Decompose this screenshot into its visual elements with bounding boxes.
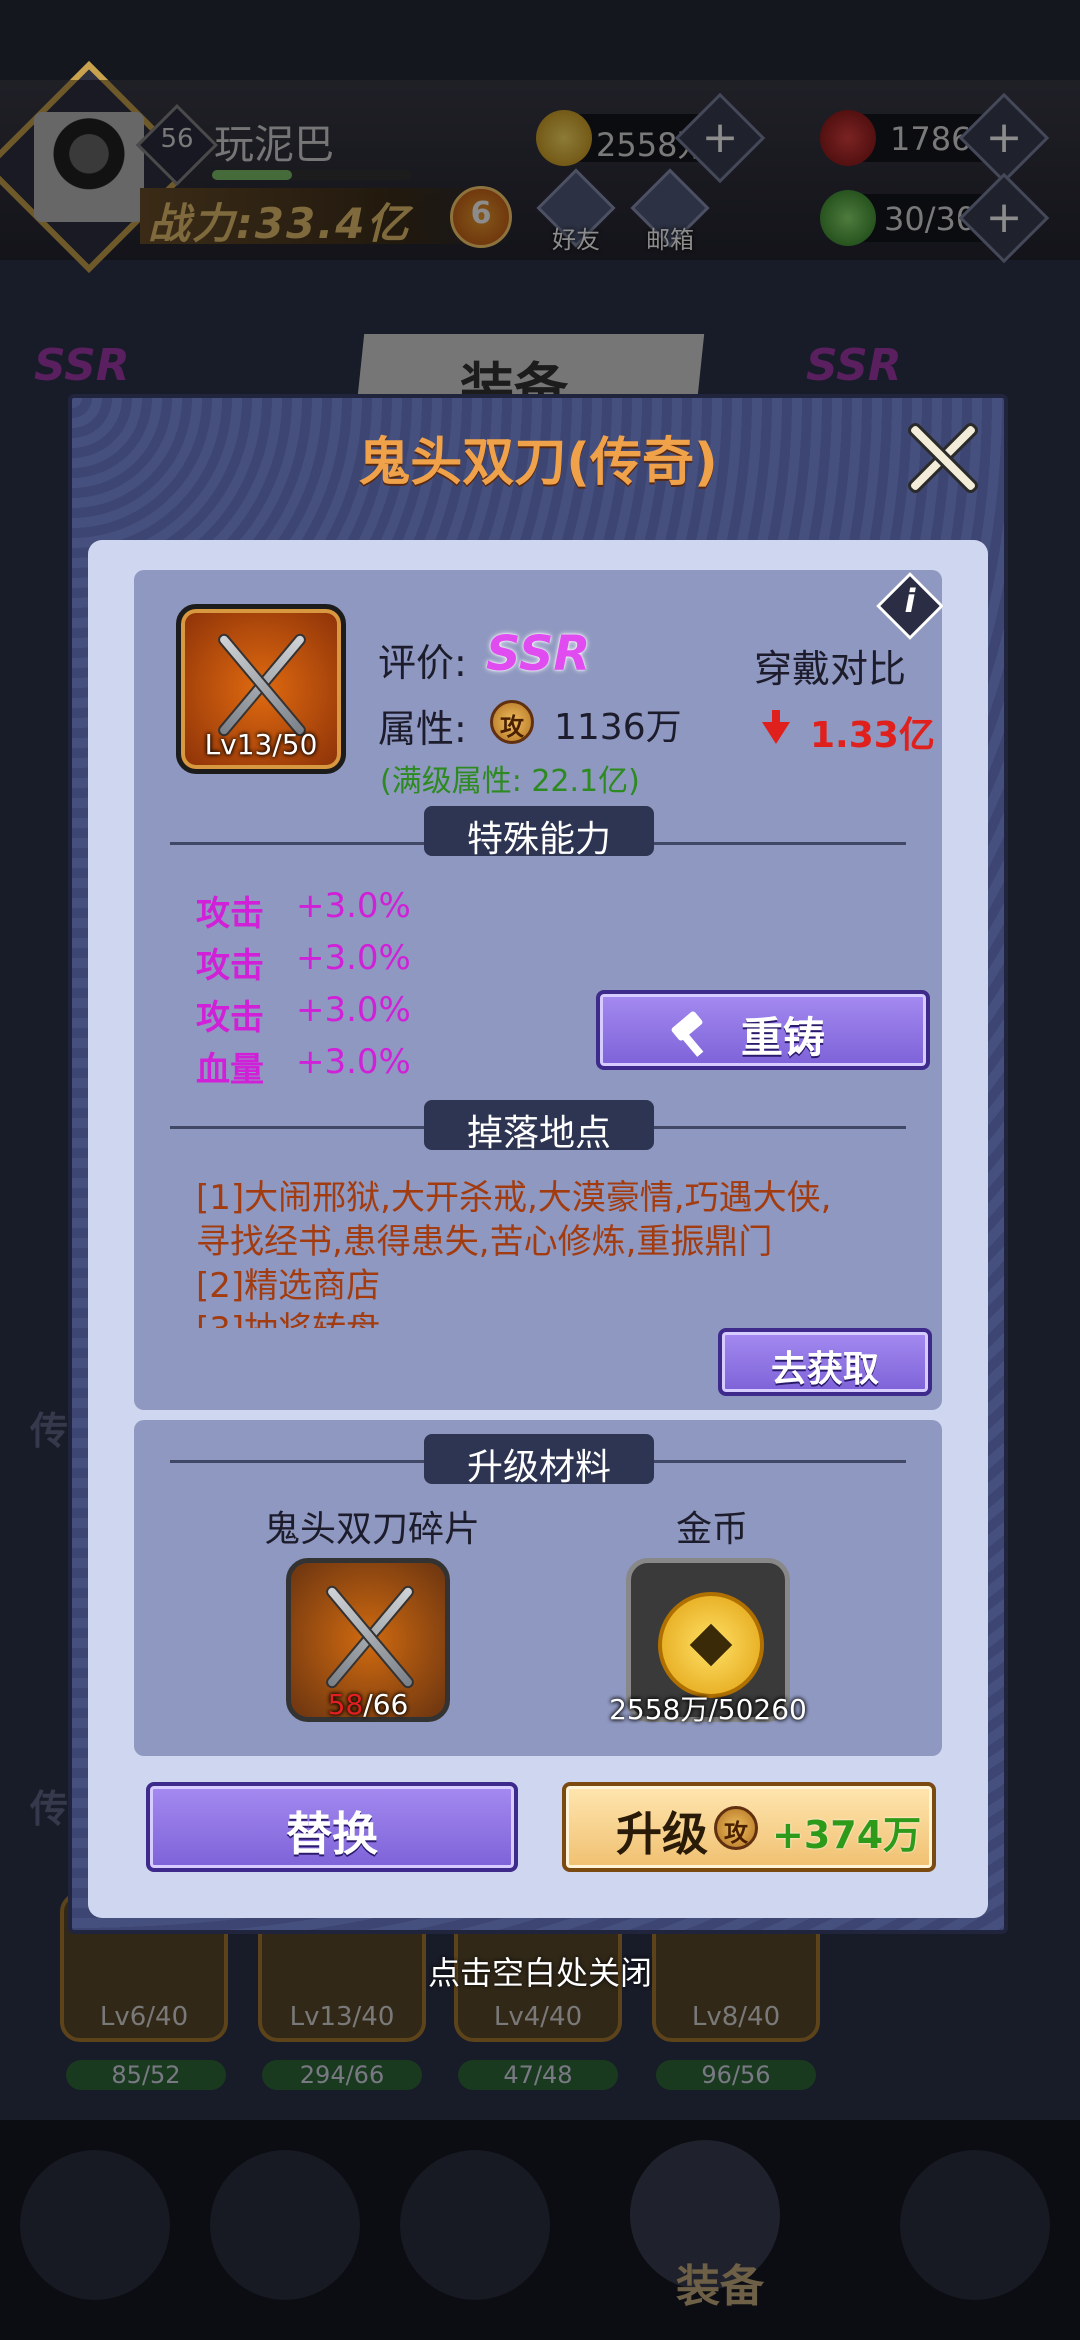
- fragment-name: 鬼头双刀碎片: [263, 1509, 480, 1550]
- replace-label: 替换: [286, 1807, 378, 1861]
- item-level: Lv13/50: [204, 728, 318, 761]
- ability-name: 攻击: [196, 998, 264, 1038]
- attack-badge-text: 攻: [500, 713, 524, 741]
- attack-badge-icon: 攻: [490, 700, 534, 744]
- attack-badge-icon: 攻: [714, 1806, 758, 1850]
- twin-swords-fragment-icon: [304, 1572, 434, 1702]
- coin-name: 金币: [675, 1509, 748, 1550]
- ability-name: 血量: [196, 1050, 264, 1090]
- drop-line: [2]精选商店: [196, 1266, 381, 1306]
- upgrade-materials-title: 升级材料: [466, 1447, 611, 1488]
- replace-button[interactable]: 替换: [146, 1782, 518, 1872]
- ability-row-3: 攻击 +3.0%: [196, 990, 411, 1039]
- ability-value: +3.0%: [296, 938, 411, 978]
- max-level-attribute: (满级属性: 22.1亿): [380, 764, 640, 799]
- upgrade-gain: +374万: [772, 1813, 922, 1857]
- compare-value: 1.33亿: [810, 715, 935, 756]
- rating-ssr: SSR: [486, 626, 591, 682]
- upgrade-materials-header: 升级材料: [424, 1434, 654, 1488]
- reforge-label: 重铸: [740, 1013, 825, 1062]
- attack-badge-text: 攻: [724, 1819, 748, 1847]
- drop-location-list: [1]大闹邢狱,大开杀戒,大漠豪情,巧遇大侠, 寻找经书,患得患失,苦心修炼,重…: [196, 1176, 916, 1328]
- down-arrow-icon: [762, 722, 790, 744]
- close-hint: 点击空白处关闭: [427, 1954, 652, 1992]
- ability-name: 攻击: [196, 946, 264, 986]
- drop-line: [1]大闹邢狱,大开杀戒,大漠豪情,巧遇大侠,: [196, 1178, 832, 1218]
- coin-count: 2558万/50260: [609, 1693, 807, 1726]
- fragment-need: /66: [363, 1688, 409, 1721]
- special-ability-header: 特殊能力: [424, 806, 654, 860]
- drop-location-title: 掉落地点: [466, 1113, 611, 1154]
- drop-location-header: 掉落地点: [424, 1100, 654, 1154]
- attribute-label: 属性:: [378, 707, 467, 751]
- ability-value: +3.0%: [296, 1042, 411, 1082]
- ability-row-2: 攻击 +3.0%: [196, 938, 411, 987]
- status-bar: [0, 0, 1080, 80]
- ability-row-4: 血量 +3.0%: [196, 1042, 411, 1091]
- ability-name: 攻击: [196, 894, 264, 934]
- ability-row-1: 攻击 +3.0%: [196, 886, 411, 935]
- fragment-count: 58/66: [286, 1688, 450, 1721]
- special-ability-title: 特殊能力: [466, 819, 611, 860]
- get-source-label: 去获取: [770, 1349, 879, 1390]
- attribute-value: 1136万: [554, 707, 682, 748]
- ability-value: +3.0%: [296, 990, 411, 1030]
- compare-label: 穿戴对比: [754, 647, 907, 691]
- drop-line: 寻找经书,患得患失,苦心修炼,重振鼎门: [196, 1222, 773, 1262]
- ability-value: +3.0%: [296, 886, 411, 926]
- info-icon: i: [904, 582, 916, 620]
- drop-line: [3]抽将转盘: [196, 1308, 916, 1328]
- get-source-button[interactable]: 去获取: [718, 1328, 932, 1396]
- dialog-title: 鬼头双刀(传奇): [358, 433, 718, 493]
- hammer-icon: [668, 1010, 712, 1057]
- upgrade-label: 升级: [616, 1807, 708, 1861]
- rating-label: 评价:: [378, 641, 467, 685]
- fragment-have: 58: [327, 1688, 364, 1721]
- upgrade-button[interactable]: 升级 攻 +374万: [562, 1782, 936, 1872]
- close-button[interactable]: [900, 416, 984, 500]
- reforge-button[interactable]: 重铸: [596, 990, 930, 1070]
